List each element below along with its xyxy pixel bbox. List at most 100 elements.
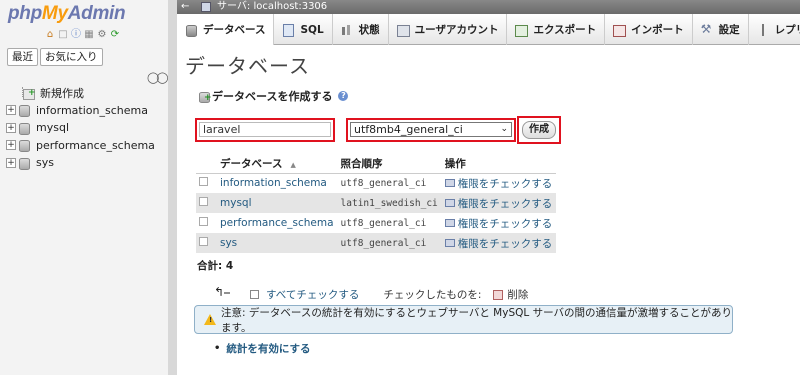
collation-value: utf8_general_ci [337, 233, 442, 253]
sort-icon[interactable]: ▲ [290, 161, 295, 169]
page-title: データベース [185, 54, 310, 78]
database-name-link[interactable]: sys [217, 233, 338, 253]
collation-value: latin1_swedish_ci [337, 193, 442, 213]
row-checkbox-cell [196, 193, 217, 213]
total-count: 合計: 4 [197, 260, 234, 272]
table-row: performance_schema utf8_general_ci 権限をチェ… [196, 213, 557, 233]
collation-value: utf8_general_ci [337, 173, 442, 193]
bullet-icon: • [214, 343, 221, 354]
check-privileges-label: 権限をチェックする [457, 197, 553, 210]
navigation-panel: phpMyAdmin ⌂ □ ⓘ ▦ ⚙ ⟳ 最近 お気に入り ◯◯ 新規作成 … [0, 0, 169, 375]
tree-item-sys[interactable]: + sys [6, 154, 155, 172]
privileges-icon [444, 219, 455, 227]
reload-icon[interactable]: ⟳ [109, 29, 121, 41]
phpmyadmin-logo[interactable]: phpMyAdmin [8, 3, 126, 25]
server-breadcrumb[interactable]: サーバ: localhost:3306 [217, 0, 327, 14]
check-privileges-label: 権限をチェックする [457, 177, 553, 190]
row-checkbox[interactable] [199, 197, 208, 206]
action-cell: 権限をチェックする [441, 233, 557, 253]
row-checkbox[interactable] [199, 177, 208, 187]
tab-replication[interactable]: レプリケ [749, 14, 800, 45]
delete-button[interactable]: 削除 [507, 287, 528, 302]
check-privileges-link[interactable]: 権限をチェックする [444, 176, 553, 191]
tab-settings[interactable]: 設定 [693, 14, 749, 45]
docs-icon[interactable]: ▦ [83, 29, 95, 41]
create-button[interactable]: 作成 [522, 121, 556, 139]
database-name-link[interactable]: information_schema [217, 173, 338, 193]
new-item-label: 新規作成 [40, 86, 84, 100]
collation-selected-value: utf8mb4_general_ci [354, 123, 463, 136]
with-selected-label: チェックしたものを: [383, 289, 482, 301]
database-name-input[interactable]: laravel [199, 122, 331, 137]
table-row: sys utf8_general_ci 権限をチェックする [196, 233, 557, 253]
header-collation-label: 照合順序 [340, 157, 383, 170]
tree-item-information-schema[interactable]: + information_schema [6, 102, 155, 120]
database-icon [18, 104, 30, 118]
check-privileges-link[interactable]: 権限をチェックする [444, 196, 553, 211]
tab-import[interactable]: インポート [605, 14, 693, 45]
privileges-icon [444, 179, 455, 188]
recent-button[interactable]: 最近 [7, 48, 38, 66]
expand-icon[interactable]: + [6, 122, 16, 133]
database-tree: 新規作成 + information_schema + mysql + perf… [6, 84, 155, 172]
check-all-link[interactable]: すべてチェックする [266, 287, 359, 302]
expand-icon[interactable]: + [6, 157, 16, 168]
tab-sql[interactable]: SQL [274, 14, 333, 45]
header-database[interactable]: データベース ▲ [217, 154, 338, 174]
header-collation[interactable]: 照合順序 [337, 154, 442, 174]
arrow-up-icon: ↰⎯ [214, 285, 231, 299]
tab-label: SQL [300, 23, 324, 36]
main-tabs: データベース SQL 状態 ユーザアカウント エクスポート インポート 設定 レ… [177, 14, 800, 45]
row-checkbox[interactable] [199, 217, 208, 226]
tree-item-mysql[interactable]: + mysql [6, 119, 155, 137]
table-row: information_schema utf8_general_ci 権限をチェ… [196, 173, 557, 193]
tab-label: データベース [203, 24, 266, 36]
row-checkbox-cell [196, 213, 217, 233]
enable-statistics-link[interactable]: 統計を有効にする [226, 341, 310, 356]
tree-new-item[interactable]: 新規作成 [6, 84, 155, 102]
delete-icon[interactable] [493, 289, 504, 300]
chevron-down-icon: ⌄ [500, 124, 508, 134]
expand-icon[interactable]: + [6, 140, 16, 151]
help-icon[interactable]: ⓘ [70, 29, 82, 41]
link-panel-icon[interactable]: ◯◯ [147, 71, 169, 84]
database-name-link[interactable]: performance_schema [217, 213, 338, 233]
statistics-notice: 注意: データベースの統計を有効にするとウェブサーバと MySQL サーバの間の… [194, 305, 733, 334]
check-all-checkbox[interactable] [250, 290, 259, 299]
database-name-link[interactable]: mysql [217, 193, 338, 213]
row-checkbox[interactable] [199, 237, 208, 246]
collapse-arrow-icon[interactable]: ← [181, 0, 189, 14]
tab-label: 状態 [358, 24, 380, 36]
table-header-row: データベース ▲ 照合順序 操作 [196, 154, 557, 174]
tab-databases[interactable]: データベース [177, 14, 275, 45]
status-icon [341, 24, 353, 36]
create-database-label: データベースを作成する [212, 90, 333, 103]
check-privileges-link[interactable]: 権限をチェックする [444, 216, 553, 231]
tab-label: ユーザアカウント [414, 24, 499, 36]
import-icon [613, 24, 627, 37]
tab-user-accounts[interactable]: ユーザアカウント [389, 14, 508, 45]
home-icon[interactable]: ⌂ [44, 29, 56, 41]
notice-text: 注意: データベースの統計を有効にするとウェブサーバと MySQL サーバの間の… [221, 306, 732, 334]
check-privileges-link[interactable]: 権限をチェックする [444, 236, 552, 251]
phpmyadmin-window: phpMyAdmin ⌂ □ ⓘ ▦ ⚙ ⟳ 最近 お気に入り ◯◯ 新規作成 … [0, 0, 800, 375]
privileges-icon [444, 199, 455, 207]
collation-select[interactable]: utf8mb4_general_ci ⌄ [350, 122, 512, 137]
create-database-header: データベースを作成する ? [199, 88, 349, 104]
tab-export[interactable]: エクスポート [507, 14, 606, 45]
favorites-button[interactable]: お気に入り [40, 48, 103, 66]
nav-quick-icons: ⌂ □ ⓘ ▦ ⚙ ⟳ [44, 29, 121, 41]
bulk-action-row: ↰⎯ すべてチェックする チェックしたものを: 削除 [214, 285, 528, 302]
database-icon [185, 24, 197, 37]
check-privileges-label: 権限をチェックする [457, 217, 553, 230]
database-icon [18, 157, 30, 170]
tab-status[interactable]: 状態 [333, 14, 389, 45]
privileges-icon [444, 239, 455, 247]
collation-value: utf8_general_ci [337, 213, 442, 233]
panel-resizer[interactable] [168, 0, 177, 375]
logout-icon[interactable]: □ [57, 29, 69, 41]
tree-item-performance-schema[interactable]: + performance_schema [6, 137, 155, 155]
help-icon[interactable]: ? [338, 91, 349, 101]
settings-icon[interactable]: ⚙ [96, 29, 108, 41]
expand-icon[interactable]: + [6, 105, 16, 116]
